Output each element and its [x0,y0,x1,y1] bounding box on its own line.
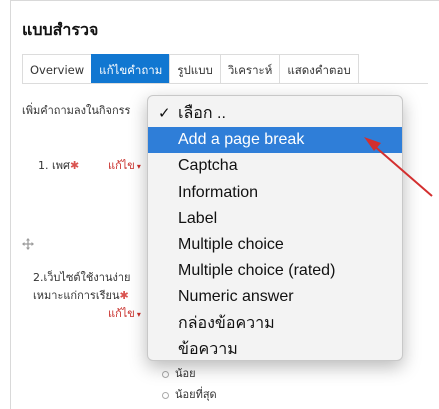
radio-option[interactable]: น้อย [162,364,196,382]
page-title: แบบสำรวจ [22,20,99,39]
dropdown-item-captcha[interactable]: Captcha [148,153,402,179]
dropdown-item-label: Multiple choice [178,235,284,253]
question-1-edit-link[interactable]: แก้ไข ▾ [108,156,141,174]
tab-analysis[interactable]: วิเคราะห์ [219,54,280,84]
dropdown-item-label: Information [178,183,259,201]
dropdown-item-multiple-choice[interactable]: Multiple choice [148,232,402,258]
tab-divider [22,83,428,84]
checkmark-icon: ✓ [158,105,171,122]
radio-circle [162,391,169,399]
dropdown-item-label-type[interactable]: Label [148,206,402,232]
dropdown-item-text-box[interactable]: กล่องข้อความ [148,311,402,337]
dropdown-item-label: กล่องข้อความ [178,314,275,332]
chevron-down-icon: ▾ [136,162,141,171]
chevron-down-icon: ▾ [136,310,141,319]
dropdown-item-label: ข้อความ [178,340,238,358]
dropdown-item-text[interactable]: ข้อความ [148,337,402,363]
edit-label: แก้ไข [108,159,135,172]
dropdown-item-select[interactable]: ✓ เลือก .. [148,101,402,127]
move-icon[interactable] [22,238,34,250]
add-question-dropdown-menu[interactable]: ✓ เลือก .. Add a page break Captcha Info… [147,95,403,361]
dropdown-item-label: Add a page break [178,131,305,149]
question-2-label-line1: 2.เว็บไซต์ใช้งานง่าย [33,271,131,284]
radio-option[interactable]: น้อยที่สุด [162,385,217,403]
dropdown-item-multiple-choice-rated[interactable]: Multiple choice (rated) [148,258,402,284]
dropdown-item-information[interactable]: Information [148,180,402,206]
tab-format[interactable]: รูปแบบ [169,54,220,84]
dropdown-item-label: Multiple choice (rated) [178,262,336,280]
tab-show-responses[interactable]: แสดงคำตอบ [279,54,359,84]
dropdown-item-label: เลือก .. [178,105,226,122]
required-icon: ✱ [119,289,129,302]
radio-circle [162,370,169,378]
radio-label: น้อย [175,367,196,380]
dropdown-item-numeric-answer[interactable]: Numeric answer [148,284,402,310]
tab-edit-questions[interactable]: แก้ไขคำถาม [91,54,170,84]
tab-bar: Overview แก้ไขคำถาม รูปแบบ วิเคราะห์ แสด… [22,54,359,84]
tab-overview[interactable]: Overview [22,54,92,84]
dropdown-item-label: Label [178,209,218,227]
edit-label: แก้ไข [108,307,135,320]
question-2-label-line2: เหมาะแก่การเรียน✱ [33,286,129,304]
question-1-label: 1. เพศ✱ [38,156,79,174]
dropdown-item-label: Numeric answer [178,288,294,306]
dropdown-item-add-page-break[interactable]: Add a page break [148,127,402,154]
required-icon: ✱ [70,159,80,172]
radio-label: น้อยที่สุด [175,388,217,401]
dropdown-item-label: Captcha [178,157,238,175]
question-2-edit-link[interactable]: แก้ไข ▾ [108,304,141,322]
add-question-instruction: เพิ่มคำถามลงในกิจกรร [22,104,131,117]
question-1-text: 1. เพศ [38,159,70,172]
question-2-text: เหมาะแก่การเรียน [33,289,120,302]
